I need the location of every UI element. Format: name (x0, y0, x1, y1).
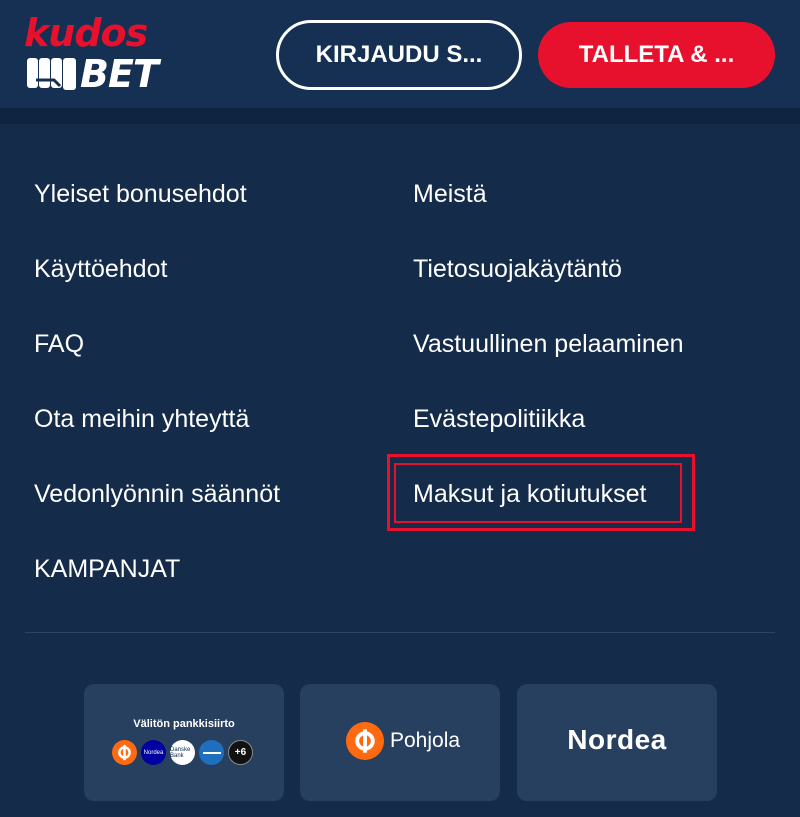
link-general-bonus-terms[interactable]: Yleiset bonusehdot (34, 179, 247, 209)
footer-divider (25, 632, 775, 633)
header-divider (0, 108, 800, 124)
logo-kudos-text: kudos (24, 11, 148, 55)
payment-card-pohjola[interactable]: Pohjola (300, 684, 500, 801)
op-icon (112, 740, 137, 765)
link-responsible-gaming[interactable]: Vastuullinen pelaaminen (413, 329, 684, 359)
bank-icons-row: Nordea Danske Bank +6 (112, 740, 253, 765)
link-terms-of-use[interactable]: Käyttöehdot (34, 254, 167, 284)
op-pohjola-icon (346, 722, 384, 760)
link-about-us[interactable]: Meistä (413, 179, 487, 209)
site-header: kudos BET KIRJAUDU S... TALLETA & ... (0, 0, 800, 108)
payment-card-nordea[interactable]: Nordea (517, 684, 717, 801)
saastopankki-icon (199, 740, 224, 765)
instant-bank-transfer-title: Välitön pankkisiirto (133, 718, 235, 730)
link-cookie-policy[interactable]: Evästepolitiikka (413, 404, 585, 434)
link-betting-rules[interactable]: Vedonlyönnin säännöt (34, 479, 280, 509)
nordea-label: Nordea (567, 724, 667, 755)
danske-bank-icon: Danske Bank (170, 740, 195, 765)
more-banks-badge: +6 (228, 740, 253, 765)
highlight-inner-frame (394, 463, 682, 523)
nordea-icon: Nordea (141, 740, 166, 765)
link-faq[interactable]: FAQ (34, 329, 84, 359)
logo-bet-text: BET (80, 52, 159, 96)
login-button[interactable]: KIRJAUDU S... (276, 20, 522, 90)
fist-icon (27, 58, 76, 90)
link-privacy-policy[interactable]: Tietosuojakäytäntö (413, 254, 622, 284)
link-contact-us[interactable]: Ota meihin yhteyttä (34, 404, 249, 434)
payment-card-instant-bank-transfer[interactable]: Välitön pankkisiirto Nordea Danske Bank … (84, 684, 284, 801)
pohjola-label: Pohjola (390, 729, 461, 752)
kudosbet-logo[interactable]: kudos BET (24, 14, 166, 96)
deposit-button[interactable]: TALLETA & ... (538, 22, 775, 88)
link-campaigns[interactable]: KAMPANJAT (34, 554, 180, 584)
